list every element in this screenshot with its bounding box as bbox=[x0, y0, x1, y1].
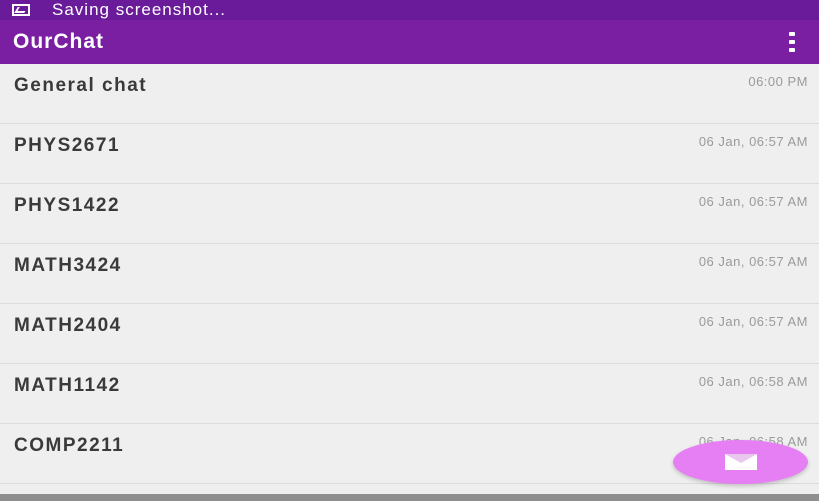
overflow-menu-icon bbox=[789, 32, 795, 36]
chat-item-phys1422[interactable]: PHYS1422 06 Jan, 06:57 AM bbox=[0, 184, 819, 244]
bottom-bar bbox=[0, 494, 819, 501]
chat-time: 06 Jan, 06:57 AM bbox=[698, 194, 808, 209]
chat-name: MATH1142 bbox=[14, 375, 121, 396]
status-bar: Saving screenshot... bbox=[0, 0, 819, 20]
mail-icon bbox=[724, 454, 757, 470]
chat-list: General chat 06:00 PM PHYS2671 06 Jan, 0… bbox=[0, 64, 819, 494]
chat-name: MATH2404 bbox=[14, 315, 122, 336]
chat-name: MATH3424 bbox=[14, 255, 122, 276]
app-title: OurChat bbox=[13, 30, 104, 53]
chat-item-math3424[interactable]: MATH3424 06 Jan, 06:57 AM bbox=[0, 244, 819, 304]
chat-time: 06 Jan, 06:57 AM bbox=[698, 314, 808, 329]
chat-time: 06 Jan, 06:58 AM bbox=[698, 374, 808, 389]
overflow-menu-button[interactable] bbox=[787, 32, 797, 52]
chat-item-phys2671[interactable]: PHYS2671 06 Jan, 06:57 AM bbox=[0, 124, 819, 184]
new-message-button[interactable] bbox=[673, 440, 808, 484]
chat-item-math1142[interactable]: MATH1142 06 Jan, 06:58 AM bbox=[0, 364, 819, 424]
chat-name: PHYS1422 bbox=[14, 195, 121, 216]
chat-time: 06 Jan, 06:57 AM bbox=[698, 254, 808, 269]
app-bar: OurChat bbox=[0, 20, 819, 64]
status-text: Saving screenshot... bbox=[52, 0, 227, 19]
chat-name: COMP2211 bbox=[14, 435, 125, 456]
chat-time: 06:00 PM bbox=[748, 74, 808, 89]
chat-time: 06 Jan, 06:57 AM bbox=[698, 134, 808, 149]
chat-name: General chat bbox=[14, 75, 148, 96]
chat-item-math2404[interactable]: MATH2404 06 Jan, 06:57 AM bbox=[0, 304, 819, 364]
chat-name: PHYS2671 bbox=[14, 135, 121, 156]
chat-item-general-chat[interactable]: General chat 06:00 PM bbox=[0, 64, 819, 124]
screenshot-icon bbox=[12, 4, 30, 16]
